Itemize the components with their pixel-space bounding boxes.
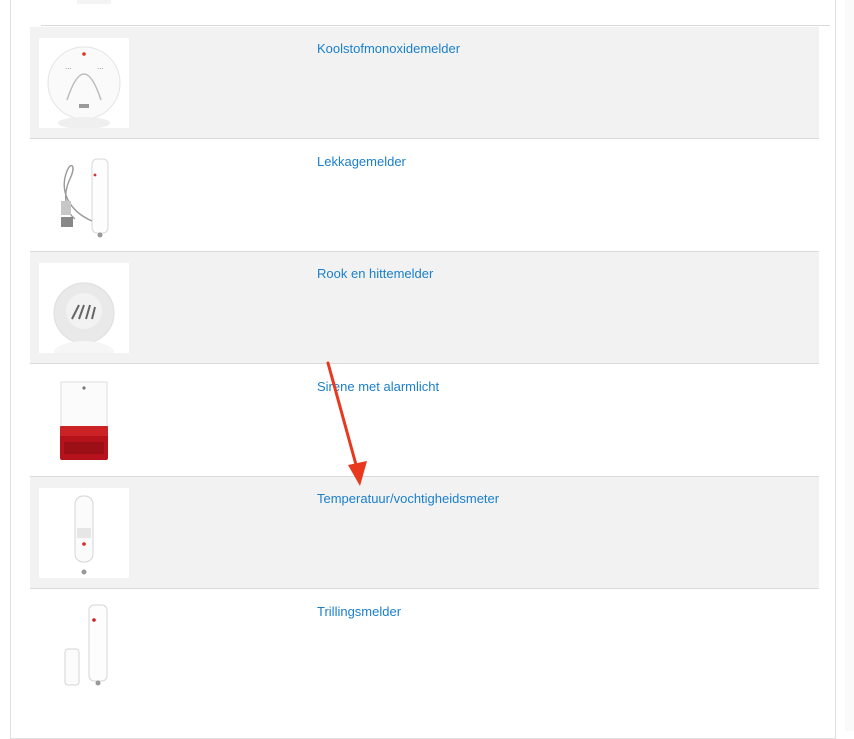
product-link[interactable]: Trillingsmelder <box>317 604 401 619</box>
product-row-partial <box>41 0 830 26</box>
product-row: Temperatuur/vochtigheidsmeter <box>30 477 819 589</box>
smoke-detector-icon[interactable] <box>39 263 129 353</box>
product-link[interactable]: Koolstofmonoxidemelder <box>317 41 460 56</box>
product-row: Trillingsmelder <box>30 590 819 702</box>
product-link[interactable]: Sirene met alarmlicht <box>317 379 439 394</box>
co-detector-icon[interactable]: ... ... <box>39 38 129 128</box>
product-link[interactable]: Rook en hittemelder <box>317 266 433 281</box>
product-row: Sirene met alarmlicht <box>30 365 819 477</box>
siren-icon[interactable] <box>39 376 129 466</box>
thermometer-sensor-icon[interactable] <box>39 488 129 578</box>
product-row: Rook en hittemelder <box>30 252 819 364</box>
product-row: ... ... Koolstofmonoxidemelder <box>30 27 819 139</box>
product-link[interactable]: Temperatuur/vochtigheidsmeter <box>317 491 499 506</box>
vibration-sensor-icon[interactable] <box>39 601 129 691</box>
product-link[interactable]: Lekkagemelder <box>317 154 406 169</box>
product-row: Lekkagemelder <box>30 140 819 252</box>
page-scroll-track[interactable] <box>845 0 854 731</box>
svg-text:...: ... <box>65 63 72 71</box>
product-thumbnail <box>50 0 140 4</box>
svg-text:...: ... <box>97 63 104 71</box>
leak-sensor-icon[interactable] <box>39 151 129 241</box>
